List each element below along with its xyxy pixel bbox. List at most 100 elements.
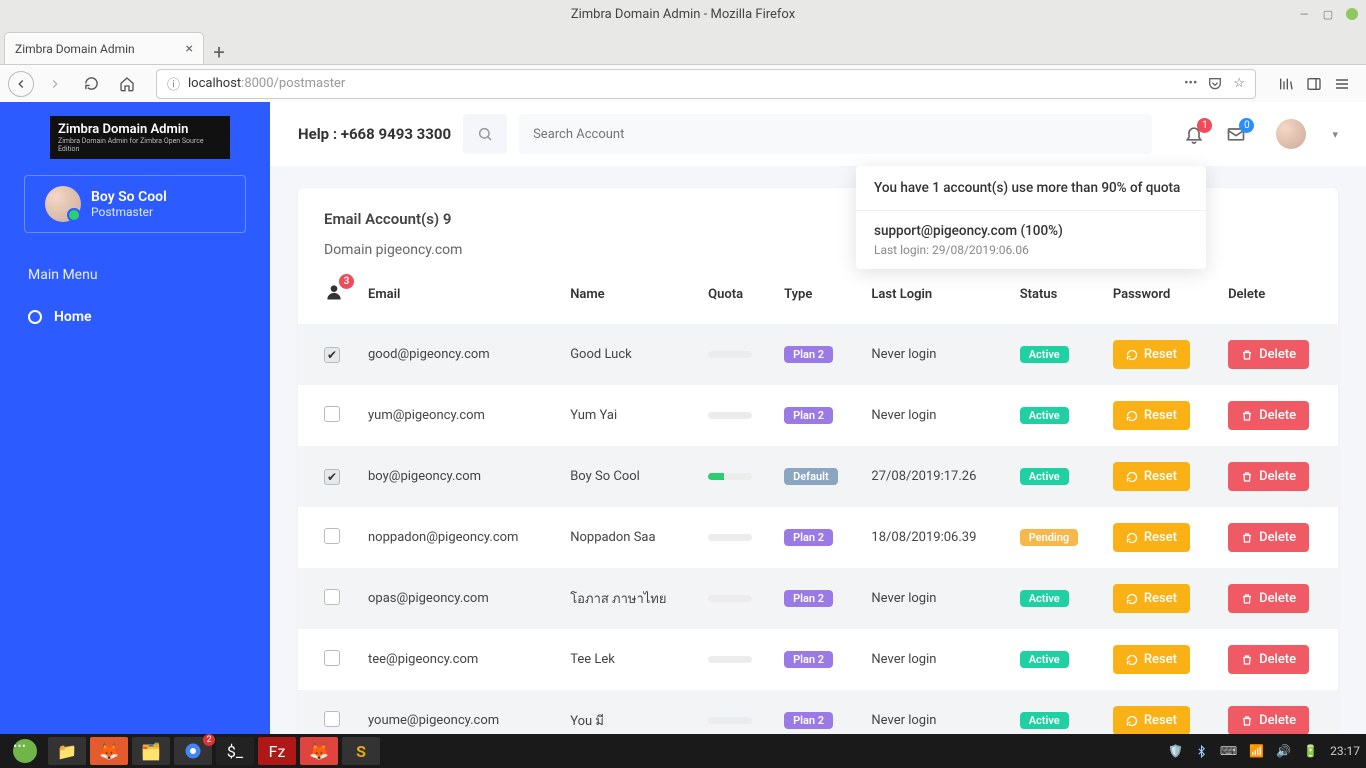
close-window-button[interactable] [1346,8,1358,20]
bookmark-star-icon[interactable]: ☆ [1233,76,1245,91]
cell-quota [698,446,774,507]
cell-name: Boy So Cool [560,446,698,507]
table-row: tee@pigeoncy.comTee LekPlan 2Never login… [298,629,1338,690]
cell-quota [698,629,774,690]
cell-quota [698,324,774,385]
new-tab-button[interactable]: + [204,40,234,64]
reload-button[interactable] [76,69,106,99]
table-row: youme@pigeoncy.comYou มีPlan 2Never logi… [298,690,1338,734]
user-icon: 3 [324,282,344,302]
reset-button[interactable]: Reset [1113,523,1190,552]
search-input[interactable] [519,114,1152,154]
sidebar-item-label: Home [54,309,92,325]
row-checkbox[interactable] [324,589,340,605]
cell-last-login: Never login [861,568,1009,629]
gitlab-app[interactable]: 🦊 [300,737,338,765]
reset-button[interactable]: Reset [1113,462,1190,491]
th-status: Status [1010,264,1103,324]
row-checkbox[interactable] [324,528,340,544]
volume-icon[interactable]: 🔊 [1276,744,1291,758]
table-row: opas@pigeoncy.comโอภาส ภาษาไทยPlan 2Neve… [298,568,1338,629]
popup-header: You have 1 account(s) use more than 90% … [856,166,1206,211]
topbar-avatar[interactable] [1276,119,1306,149]
files-app[interactable]: 📁 [48,737,86,765]
reset-button[interactable]: Reset [1113,584,1190,613]
terminal-app[interactable]: $_ [216,737,254,765]
wifi-icon[interactable]: 📶 [1249,744,1264,758]
chevron-down-icon[interactable]: ▾ [1332,128,1338,141]
cell-type: Plan 2 [774,507,861,568]
files2-app[interactable]: 🗂️ [132,737,170,765]
tab-title: Zimbra Domain Admin [15,42,135,56]
logo-subtitle: Zimbra Domain Admin for Zimbra Open Sour… [58,137,222,153]
chrome-app[interactable]: 2 [174,737,212,765]
row-checkbox[interactable]: ✔ [324,347,340,363]
home-button[interactable] [112,69,142,99]
table-row: ✔good@pigeoncy.comGood LuckPlan 2Never l… [298,324,1338,385]
popup-sub: Last login: 29/08/2019:06.06 [874,243,1188,257]
cell-type: Plan 2 [774,568,861,629]
cell-name: Good Luck [560,324,698,385]
delete-button[interactable]: Delete [1228,523,1309,552]
tab-close-icon[interactable]: × [186,41,193,57]
chrome-badge: 2 [203,734,215,746]
cell-type: Default [774,446,861,507]
table-row: noppadon@pigeoncy.comNoppadon SaaPlan 21… [298,507,1338,568]
reset-button[interactable]: Reset [1113,340,1190,369]
bluetooth-icon[interactable] [1195,745,1208,758]
accounts-table: 3 Email Name Quota Type Last Login Statu… [298,264,1338,734]
reset-button[interactable]: Reset [1113,645,1190,674]
minimize-button[interactable]: — [1298,8,1310,20]
page-actions-icon[interactable]: ••• [1184,76,1197,91]
battery-icon[interactable]: 🔋 [1303,744,1318,758]
shield-icon[interactable]: 🛡️ [1168,744,1183,758]
cell-status: Active [1010,629,1103,690]
row-checkbox[interactable] [324,711,340,727]
reset-button[interactable]: Reset [1113,706,1190,734]
search-button[interactable] [463,114,507,154]
cell-last-login: Never login [861,629,1009,690]
sidebar-item-home[interactable]: Home [0,297,270,337]
back-button[interactable] [8,71,34,97]
url-bar[interactable]: ⓘ localhost:8000/postmaster ••• ☆ [156,69,1256,99]
cell-quota [698,568,774,629]
mail-badge: 0 [1239,118,1254,133]
reset-button[interactable]: Reset [1113,401,1190,430]
filezilla-app[interactable]: Fz [258,737,296,765]
row-checkbox[interactable]: ✔ [324,469,340,485]
site-info-icon[interactable]: ⓘ [167,74,180,93]
browser-tab[interactable]: Zimbra Domain Admin × [4,32,204,64]
delete-button[interactable]: Delete [1228,645,1309,674]
hamburger-menu-icon[interactable] [1334,76,1350,92]
th-name: Name [560,264,698,324]
notifications-bell[interactable]: 1 [1184,124,1204,144]
profile-card[interactable]: Boy So Cool Postmaster [24,175,246,233]
sidebar-icon[interactable] [1306,76,1322,92]
th-email: Email [358,264,560,324]
main-panel: Help : +668 9493 3300 1 0 ▾ You have 1 a… [270,102,1366,734]
delete-button[interactable]: Delete [1228,706,1309,734]
cell-name: Yum Yai [560,385,698,446]
library-icon[interactable] [1278,76,1294,92]
row-checkbox[interactable] [324,406,340,422]
delete-button[interactable]: Delete [1228,401,1309,430]
delete-button[interactable]: Delete [1228,584,1309,613]
keyboard-icon[interactable]: ⌨ [1220,744,1237,758]
cell-name: You มี [560,690,698,734]
maximize-button[interactable]: ▢ [1322,8,1334,20]
delete-button[interactable]: Delete [1228,462,1309,491]
circle-icon [28,310,42,324]
firefox-app[interactable]: 🦊 [90,737,128,765]
mail-icon[interactable]: 0 [1226,124,1246,144]
help-text: Help : +668 9493 3300 [298,125,451,143]
row-checkbox[interactable] [324,650,340,666]
sublime-app[interactable]: S [342,737,380,765]
cell-email: opas@pigeoncy.com [358,568,560,629]
start-menu[interactable]: ⋯ [6,737,44,765]
logo-title: Zimbra Domain Admin [58,122,222,137]
os-titlebar: Zimbra Domain Admin - Mozilla Firefox — … [0,0,1366,28]
popup-item[interactable]: support@pigeoncy.com (100%) Last login: … [856,211,1206,269]
pocket-icon[interactable] [1207,76,1223,92]
delete-button[interactable]: Delete [1228,340,1309,369]
forward-button[interactable] [40,69,70,99]
